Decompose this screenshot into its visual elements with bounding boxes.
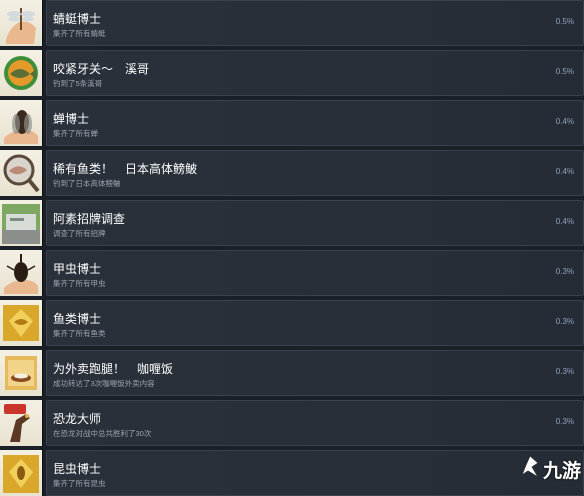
achievement-percent: 0.4% <box>555 167 574 176</box>
achievement-title: 稀有鱼类！ 日本高体鳑鲏 <box>53 162 198 176</box>
achievement-row[interactable]: 为外卖跑腿！ 咖喱饭 成功转达了3次咖喱饭外卖内容 0.3% <box>0 350 584 396</box>
achievement-card: 蜻蜓博士 集齐了所有蜻蜓 0.5% <box>46 0 584 46</box>
achievement-row[interactable]: 甲虫博士 集齐了所有甲虫 0.3% <box>0 250 584 296</box>
achievement-percent: 0.3% <box>555 317 574 326</box>
achievement-percent: 0.3% <box>555 417 574 426</box>
achievement-description: 集齐了所有蜻蜓 <box>53 29 106 38</box>
achievement-percent: 0.5% <box>555 67 574 76</box>
achievement-row[interactable]: 稀有鱼类！ 日本高体鳑鲏 钓到了日本高体鳑鲏 0.4% <box>0 150 584 196</box>
achievement-card: 蝉博士 集齐了所有蝉 0.4% <box>46 100 584 146</box>
achievement-description: 调查了所有招牌 <box>53 229 106 238</box>
achievement-description: 钓到了日本高体鳑鲏 <box>53 179 121 188</box>
achievement-title: 昆虫博士 <box>53 462 102 476</box>
achievement-title: 为外卖跑腿！ 咖喱饭 <box>53 362 174 376</box>
achievement-title: 甲虫博士 <box>53 262 102 276</box>
achievement-row[interactable]: 昆虫博士 集齐了所有昆虫 <box>0 450 584 496</box>
achievement-card: 恐龙大师 在恐龙对战中总共胜利了30次 0.3% <box>46 400 584 446</box>
beetle-hand-icon <box>0 250 43 296</box>
achievement-card: 昆虫博士 集齐了所有昆虫 <box>46 450 584 496</box>
gold-insect-medal-icon <box>0 450 43 496</box>
achievement-percent: 0.3% <box>555 267 574 276</box>
achievement-title: 蜻蜓博士 <box>53 12 102 26</box>
achievement-percent: 0.5% <box>555 17 574 26</box>
achievement-percent: 0.4% <box>555 117 574 126</box>
magnifier-fish-icon <box>0 150 43 196</box>
achievement-description: 集齐了所有昆虫 <box>53 479 106 488</box>
achievement-row[interactable]: 蜻蜓博士 集齐了所有蜻蜓 0.5% <box>0 0 584 46</box>
achievement-description: 集齐了所有甲虫 <box>53 279 106 288</box>
achievement-title: 鱼类博士 <box>53 312 102 326</box>
signboard-icon <box>0 200 43 246</box>
fish-badge-icon <box>0 50 43 96</box>
achievement-card: 阿素招牌调查 调查了所有招牌 0.4% <box>46 200 584 246</box>
achievement-description: 在恐龙对战中总共胜利了30次 <box>53 429 152 438</box>
achievement-row[interactable]: 鱼类博士 集齐了所有鱼类 0.3% <box>0 300 584 346</box>
watermark: 九游 <box>520 455 581 484</box>
achievement-title: 蝉博士 <box>53 112 90 126</box>
achievement-title: 阿素招牌调查 <box>53 212 126 226</box>
achievement-card: 鱼类博士 集齐了所有鱼类 0.3% <box>46 300 584 346</box>
achievement-percent: 0.3% <box>555 367 574 376</box>
gold-fish-medal-icon <box>0 300 43 346</box>
achievement-row[interactable]: 阿素招牌调查 调查了所有招牌 0.4% <box>0 200 584 246</box>
jiuyou-logo-icon <box>520 455 540 484</box>
achievement-description: 成功转达了3次咖喱饭外卖内容 <box>53 379 155 388</box>
achievement-card: 稀有鱼类！ 日本高体鳑鲏 钓到了日本高体鳑鲏 0.4% <box>46 150 584 196</box>
achievement-percent: 0.4% <box>555 217 574 226</box>
curry-box-icon <box>0 350 43 396</box>
achievement-list: 蜻蜓博士 集齐了所有蜻蜓 0.5% 咬紧牙关～ 溪哥 钓到了5条溪哥 0.5% <box>0 0 584 496</box>
achievement-card: 甲虫博士 集齐了所有甲虫 0.3% <box>46 250 584 296</box>
achievement-title: 恐龙大师 <box>53 412 102 426</box>
dragonfly-hand-icon <box>0 0 43 46</box>
achievement-description: 钓到了5条溪哥 <box>53 79 103 88</box>
dinosaur-30-icon <box>0 400 43 446</box>
watermark-text: 九游 <box>543 460 582 482</box>
achievement-card: 为外卖跑腿！ 咖喱饭 成功转达了3次咖喱饭外卖内容 0.3% <box>46 350 584 396</box>
achievement-description: 集齐了所有鱼类 <box>53 329 106 338</box>
achievement-card: 咬紧牙关～ 溪哥 钓到了5条溪哥 0.5% <box>46 50 584 96</box>
achievement-row[interactable]: 咬紧牙关～ 溪哥 钓到了5条溪哥 0.5% <box>0 50 584 96</box>
achievement-row[interactable]: 恐龙大师 在恐龙对战中总共胜利了30次 0.3% <box>0 400 584 446</box>
achievement-row[interactable]: 蝉博士 集齐了所有蝉 0.4% <box>0 100 584 146</box>
achievement-description: 集齐了所有蝉 <box>53 129 98 138</box>
cicada-hand-icon <box>0 100 43 146</box>
achievement-title: 咬紧牙关～ 溪哥 <box>53 62 150 76</box>
